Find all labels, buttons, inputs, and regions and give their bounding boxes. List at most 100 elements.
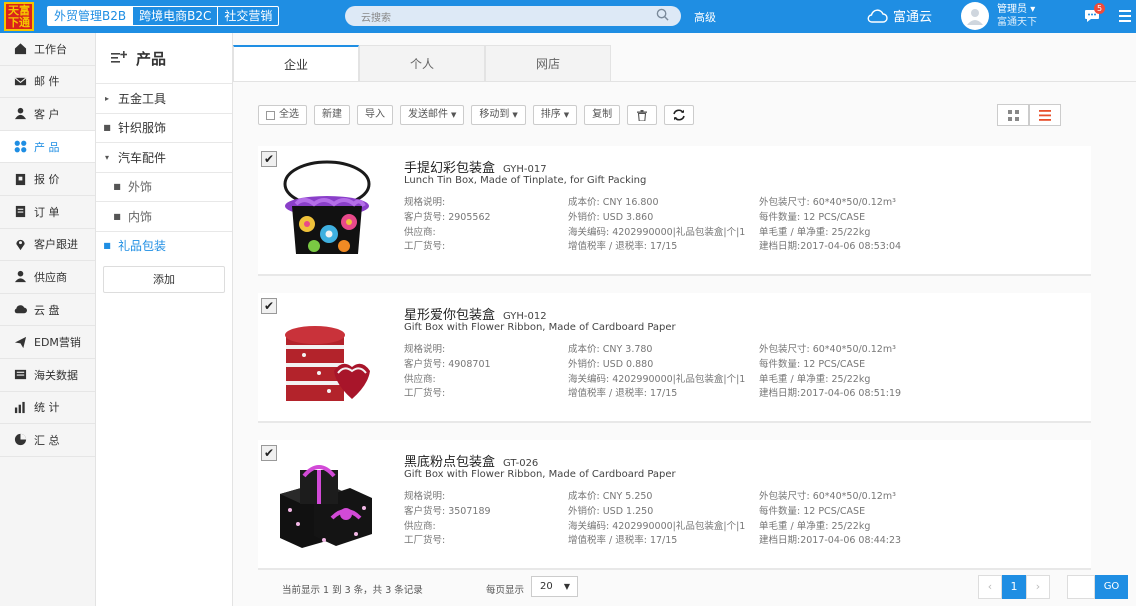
mail-icon (14, 77, 27, 86)
pie-icon (14, 434, 27, 446)
category-item[interactable]: ■ 礼品包装 (96, 230, 232, 261)
sidebar-item[interactable]: 统 计 (0, 392, 95, 425)
location-icon (16, 239, 25, 250)
sidebar-item-label: 汇 总 (34, 433, 60, 447)
category-item[interactable]: ■ 外饰 (96, 171, 232, 202)
tree-marker-icon: ▾ (104, 152, 109, 162)
product-title[interactable]: 黑底粉点包装盒 GT-026 (404, 451, 538, 470)
sidebar-item-label: EDM营销 (34, 336, 81, 350)
product-card[interactable]: ✔ 黑底粉点包装盒 GT-026 Gift Box with Flower Ribbo… (258, 440, 1091, 570)
product-english-name: Lunch Tin Box, Made of Tinplate, for Gif… (404, 175, 647, 186)
product-card[interactable]: ✔ 星形爱你包装盒 GYH-012 Gift Box with Flower Ribb… (258, 293, 1091, 423)
record-info: 当前显示 1 到 3 条，共 3 条记录 (282, 585, 423, 596)
refresh-icon (673, 109, 685, 121)
move-to-label: 移动到 (479, 109, 510, 120)
factory-no-field: 工厂货号: (404, 388, 446, 400)
product-image[interactable] (274, 154, 380, 262)
product-card[interactable]: ✔ 手提幻彩包装盒 GYH-017 Lunch Tin Box, Made of Ti… (258, 146, 1091, 276)
sidebar-item[interactable]: 订 单 (0, 196, 95, 229)
sidebar-item[interactable]: EDM营销 (0, 326, 95, 359)
tab-bar: 企业 个人 网店 (233, 45, 611, 81)
spec-field: 规格说明: (404, 491, 446, 502)
factory-no-field: 工厂货号: (404, 535, 446, 547)
product-image[interactable] (274, 448, 380, 556)
hs-code-field: 海关编码: 4202990000|礼品包装盒|个|1 (568, 373, 746, 385)
chevron-down-icon: ▾ (1030, 4, 1036, 15)
quote-icon (15, 173, 26, 185)
advanced-search-link[interactable]: 高级 (694, 9, 716, 25)
search-input[interactable]: 云搜索 (345, 6, 681, 26)
sidebar-item-label: 邮 件 (34, 75, 60, 89)
select-all-button[interactable]: 全选 (258, 105, 307, 125)
tab-enterprise[interactable]: 企业 (233, 45, 359, 81)
category-label: 礼品包装 (118, 239, 167, 254)
cloud-link[interactable]: 富通云 (866, 6, 932, 25)
sale-price-field: 外销价: USD 0.880 (568, 358, 654, 370)
avatar[interactable] (961, 2, 989, 30)
caret-down-icon: ▼ (512, 111, 518, 119)
sidebar-item[interactable]: 海关数据 (0, 359, 95, 392)
sidebar-item[interactable]: 汇 总 (0, 424, 95, 457)
tree-marker-icon: ■ (113, 182, 121, 192)
category-item[interactable]: ■ 针织服饰 (96, 112, 232, 143)
add-category-button[interactable]: 添加 (103, 266, 225, 293)
sidebar-item[interactable]: 邮 件 (0, 66, 95, 99)
supplier-field: 供应商: (404, 226, 436, 238)
user-menu[interactable]: 管理员 ▾ 富通天下 (997, 3, 1037, 29)
category-header: 产品 (96, 33, 232, 83)
product-name: 星形爱你包装盒 (404, 308, 496, 323)
created-date-field: 建档日期:2017-04-06 08:51:19 (759, 388, 902, 400)
tab-personal[interactable]: 个人 (359, 45, 485, 81)
sidebar-item-label: 订 单 (34, 205, 60, 219)
cloud-label: 富通云 (893, 10, 933, 25)
grid-view-button[interactable] (997, 104, 1029, 126)
refresh-button[interactable] (664, 105, 695, 125)
next-page-button[interactable]: › (1026, 575, 1050, 599)
sale-price-field: 外销价: USD 3.860 (568, 211, 654, 223)
new-button[interactable]: 新建 (314, 105, 350, 125)
send-mail-button[interactable]: 发送邮件 ▼ (400, 105, 465, 125)
go-button[interactable]: GO (1095, 575, 1128, 599)
sidebar-item[interactable]: 产 品 (0, 130, 95, 164)
app-logo[interactable]: 天富 下通 (4, 2, 34, 31)
product-title[interactable]: 手提幻彩包装盒 GYH-017 (404, 157, 547, 176)
per-page-select[interactable]: 20 ▼ (531, 576, 578, 597)
package-size-field: 外包装尺寸: 60*40*50/0.12m³ (759, 344, 896, 355)
page-number-button[interactable]: 1 (1002, 575, 1026, 599)
move-to-button[interactable]: 移动到 ▼ (471, 105, 526, 125)
sidebar-item[interactable]: 报 价 (0, 163, 95, 196)
sort-label: 排序 (540, 109, 561, 120)
category-item[interactable]: ▸ 五金工具 (96, 83, 232, 113)
category-item[interactable]: ▾ 汽车配件 (96, 142, 232, 172)
view-toggle (997, 104, 1061, 126)
category-item[interactable]: ■ 内饰 (96, 201, 232, 231)
sidebar-item-label: 供应商 (34, 270, 67, 284)
delete-button[interactable] (627, 105, 658, 125)
module-tab-b2b[interactable]: 外贸管理B2B (48, 7, 133, 25)
sidebar-item-label: 产 品 (34, 140, 60, 154)
module-tab-b2c[interactable]: 跨境电商B2C (132, 7, 217, 25)
hamburger-menu-icon[interactable] (1119, 10, 1131, 22)
module-tab-social[interactable]: 社交营销 (217, 7, 278, 25)
import-button[interactable]: 导入 (357, 105, 393, 125)
sidebar-item[interactable]: 云 盘 (0, 294, 95, 327)
copy-button[interactable]: 复制 (584, 105, 621, 125)
page-jump-input[interactable] (1067, 575, 1095, 599)
tax-rate-field: 增值税率 / 退税率: 17/15 (568, 388, 678, 400)
sort-button[interactable]: 排序 ▼ (532, 105, 578, 125)
product-title[interactable]: 星形爱你包装盒 GYH-012 (404, 304, 547, 323)
per-page-label: 每页显示 (486, 585, 525, 596)
send-icon (14, 336, 27, 348)
sidebar-item[interactable]: 供应商 (0, 261, 95, 294)
search-icon[interactable] (656, 8, 669, 21)
tab-shop[interactable]: 网店 (485, 45, 611, 81)
product-name: 黑底粉点包装盒 (404, 455, 496, 470)
sidebar-item[interactable]: 客户跟进 (0, 229, 95, 262)
list-view-button[interactable] (1029, 104, 1061, 126)
product-image[interactable] (274, 301, 380, 409)
sidebar-item[interactable]: 客 户 (0, 98, 95, 131)
prev-page-button[interactable]: ‹ (978, 575, 1002, 599)
list-add-icon[interactable] (111, 51, 127, 65)
sidebar-item[interactable]: 工作台 (0, 33, 95, 66)
category-label: 五金工具 (118, 91, 167, 106)
